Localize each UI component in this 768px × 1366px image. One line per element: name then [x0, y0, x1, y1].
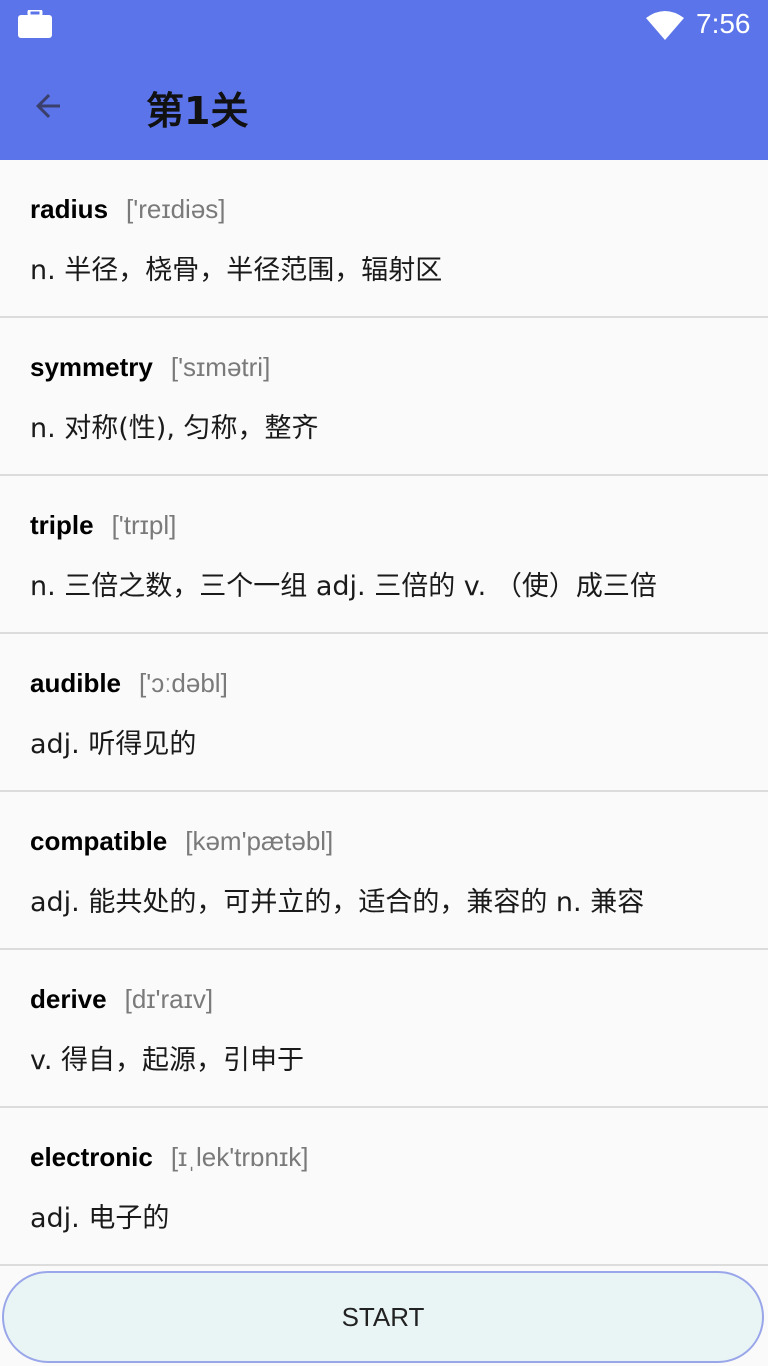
start-button[interactable]: START	[2, 1271, 764, 1363]
word-meaning: n. 半径，桡骨，半径范围，辐射区	[30, 255, 443, 286]
word-list: radius ['reɪdiəs] n. 半径，桡骨，半径范围，辐射区 symme…	[0, 160, 768, 1266]
word-item[interactable]: audible ['ɔːdəbl] adj. 听得见的	[0, 634, 768, 792]
word-item[interactable]: electronic [ɪˌlek'trɒnɪk] adj. 电子的	[0, 1108, 768, 1266]
word-meaning: adj. 听得见的	[30, 729, 197, 760]
word-item[interactable]: symmetry ['sɪmətri] n. 对称(性), 匀称，整齐	[0, 318, 768, 476]
word-meaning: n. 三倍之数，三个一组 adj. 三倍的 v. （使）成三倍	[30, 571, 657, 602]
status-time: 7:56	[696, 8, 751, 39]
word-meaning: v. 得自，起源，引申于	[30, 1045, 305, 1076]
word-phonetic: ['ɔːdəbl]	[139, 668, 228, 698]
word-phonetic: [kəm'pætəbl]	[185, 826, 334, 856]
word-phonetic: [dɪ'raɪv]	[124, 984, 214, 1014]
word-item[interactable]: radius ['reɪdiəs] n. 半径，桡骨，半径范围，辐射区	[0, 160, 768, 318]
status-bar: 7:56	[0, 0, 768, 50]
word-text: symmetry	[30, 352, 153, 382]
word-item[interactable]: triple ['trɪpl] n. 三倍之数，三个一组 adj. 三倍的 v. …	[0, 476, 768, 634]
word-text: compatible	[30, 826, 168, 856]
word-text: triple	[30, 510, 94, 540]
word-meaning: adj. 电子的	[30, 1203, 170, 1234]
word-text: electronic	[30, 1142, 153, 1172]
word-phonetic: ['trɪpl]	[111, 510, 177, 540]
app-bar: 第1关	[0, 50, 768, 160]
word-phonetic: [ɪˌlek'trɒnɪk]	[170, 1142, 309, 1172]
word-text: radius	[30, 194, 109, 224]
page-title: 第1关	[146, 89, 249, 133]
arrow-back-icon	[36, 94, 60, 118]
briefcase-icon	[18, 10, 52, 38]
word-meaning: n. 对称(性), 匀称，整齐	[30, 413, 319, 444]
word-item[interactable]: compatible [kəm'pætəbl] adj. 能共处的，可并立的，适合…	[0, 792, 768, 950]
word-item[interactable]: derive [dɪ'raɪv] v. 得自，起源，引申于	[0, 950, 768, 1108]
word-text: audible	[30, 668, 122, 698]
word-text: derive	[30, 984, 107, 1014]
word-meaning: adj. 能共处的，可并立的，适合的，兼容的 n. 兼容	[30, 887, 645, 918]
wifi-icon	[646, 11, 684, 40]
back-button[interactable]	[22, 80, 74, 132]
word-phonetic: ['sɪmətri]	[170, 352, 271, 382]
word-phonetic: ['reɪdiəs]	[126, 194, 226, 224]
